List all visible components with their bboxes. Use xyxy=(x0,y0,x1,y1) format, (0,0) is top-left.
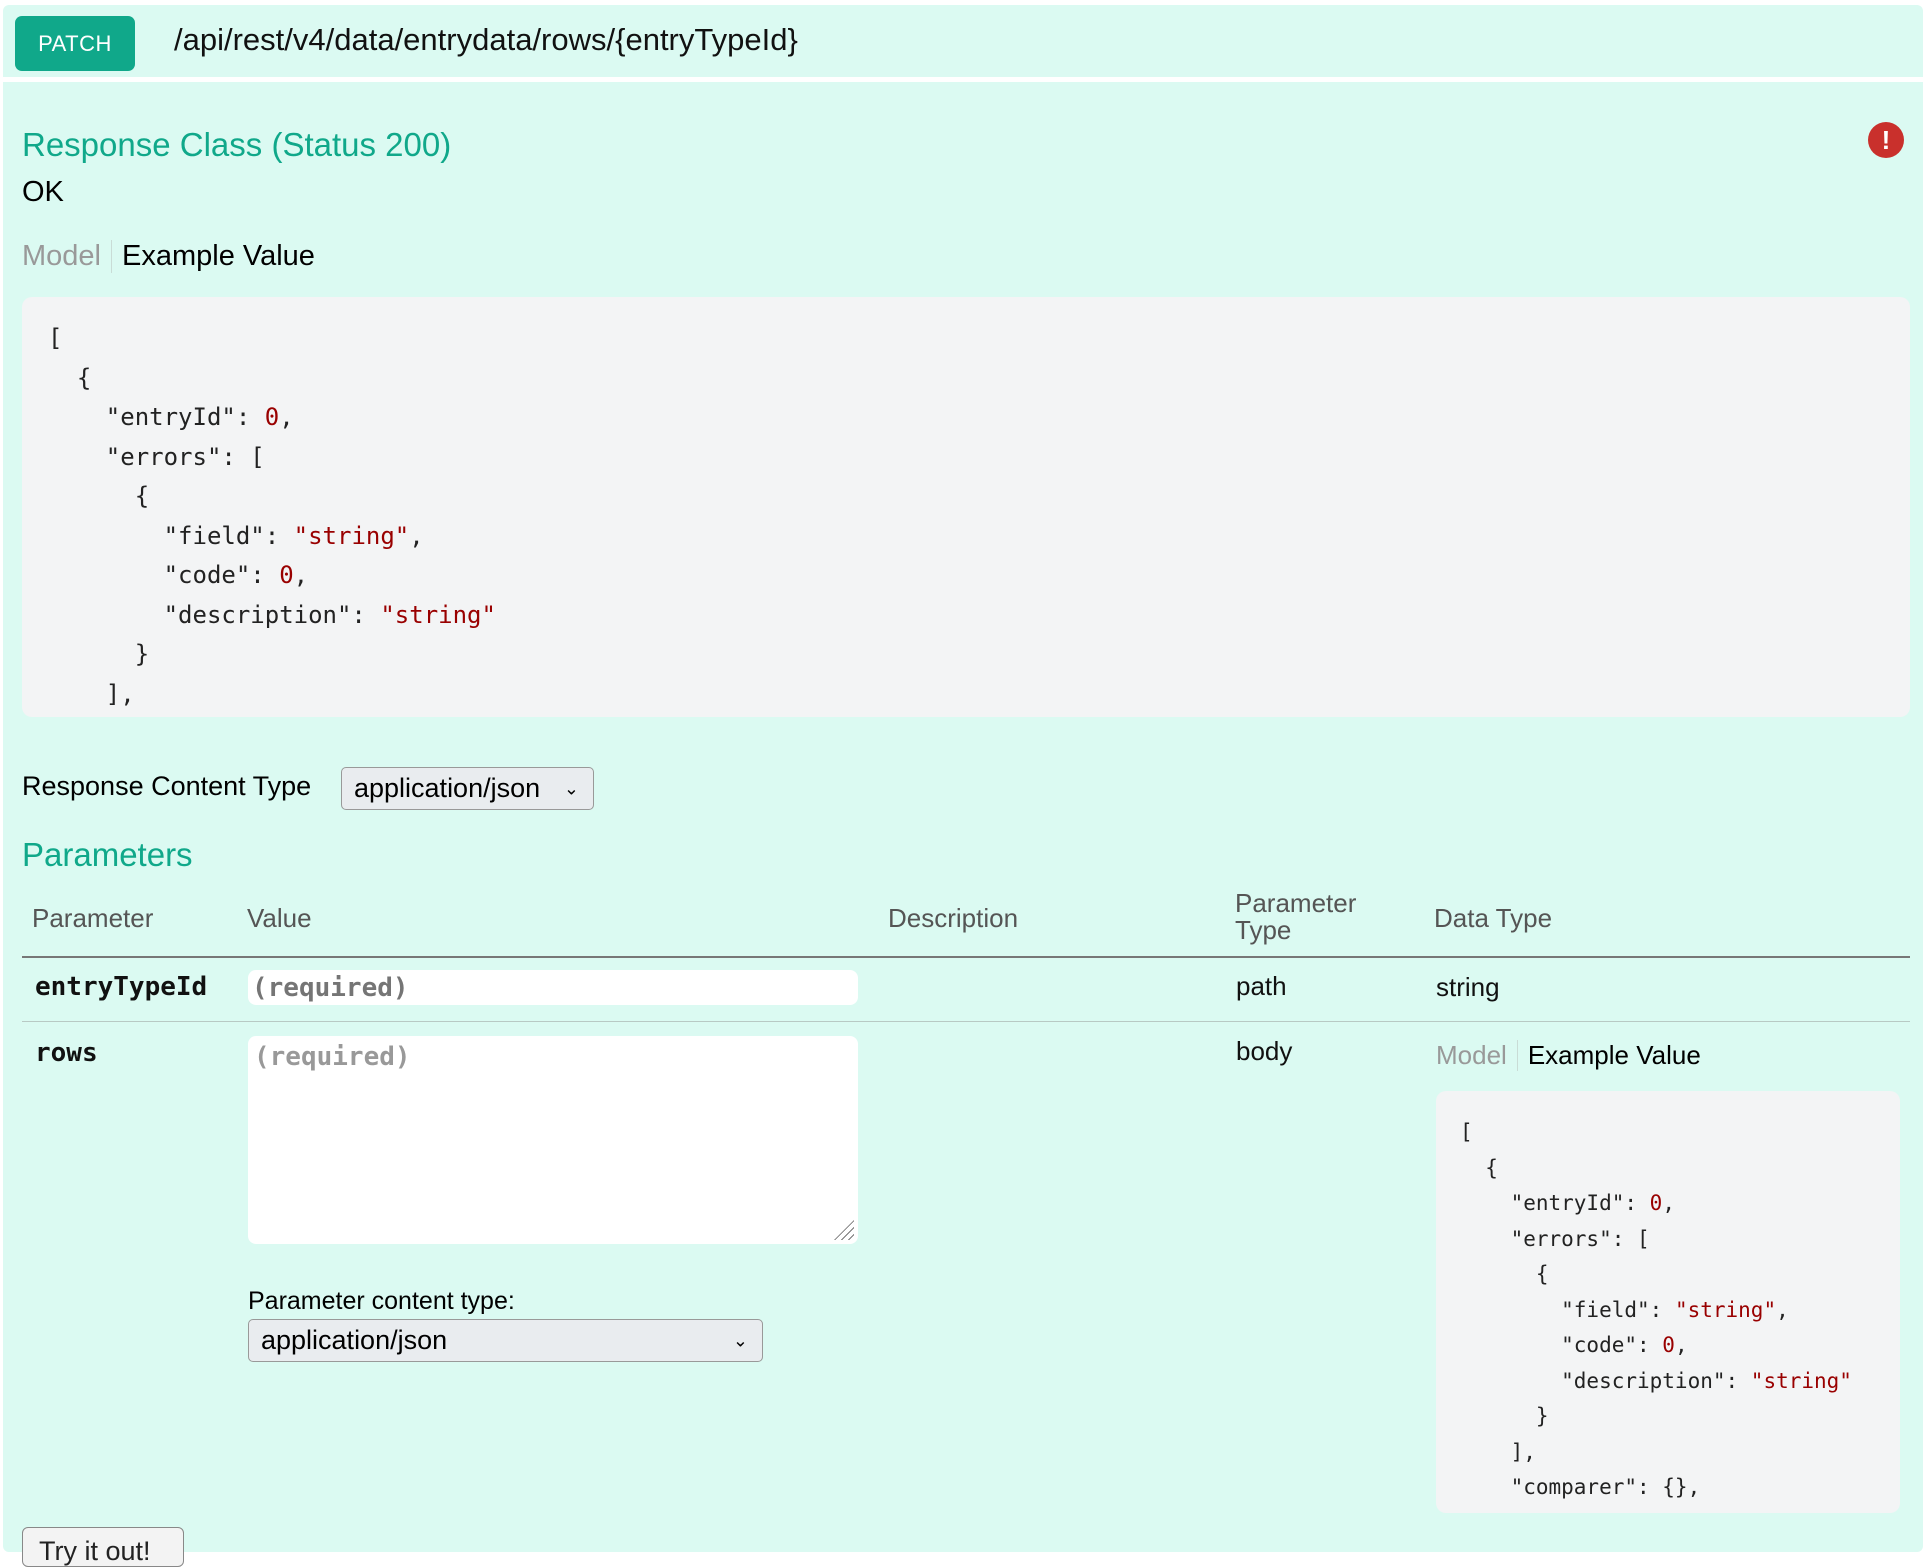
tab-example-value[interactable]: Example Value xyxy=(112,240,315,273)
data-type-entrytypeid: string xyxy=(1436,972,1500,1002)
table-header-divider xyxy=(22,956,1910,958)
resize-handle-icon[interactable] xyxy=(834,1220,854,1240)
response-tabs: Model Example Value xyxy=(22,240,315,273)
code-line: "comparer": {}, xyxy=(1460,1475,1701,1499)
code-line: [ xyxy=(1460,1120,1473,1144)
response-class-heading: Response Class (Status 200) xyxy=(22,126,452,163)
col-parameter-type-line1: Parameter xyxy=(1235,888,1357,918)
col-parameter: Parameter xyxy=(32,903,154,933)
code-line: { xyxy=(1460,1262,1549,1286)
try-it-out-button[interactable]: Try it out! xyxy=(22,1527,184,1567)
code-line: "code": 0, xyxy=(1460,1333,1688,1357)
param-content-type-label: Parameter content type: xyxy=(248,1287,515,1315)
code-line: "entryId": 0, xyxy=(1460,1191,1675,1215)
response-status-text: OK xyxy=(22,176,64,208)
param-content-type-select[interactable]: application/json ⌄ xyxy=(248,1319,763,1362)
param-content-type-value: application/json xyxy=(261,1325,448,1355)
http-method-badge[interactable]: PATCH xyxy=(15,16,135,71)
code-line: ], xyxy=(48,679,135,708)
param-type-entrytypeid: path xyxy=(1236,971,1287,1001)
code-line: ], xyxy=(1460,1439,1536,1464)
rows-textarea-placeholder: (required) xyxy=(254,1042,411,1072)
col-parameter-type: Parameter Type xyxy=(1235,890,1356,944)
param-name-rows: rows xyxy=(35,1038,98,1068)
col-value: Value xyxy=(247,903,312,933)
tab-model[interactable]: Model xyxy=(1436,1040,1518,1071)
chevron-down-icon: ⌄ xyxy=(732,1330,748,1350)
body-model-tabs: Model Example Value xyxy=(1436,1040,1701,1071)
tab-model[interactable]: Model xyxy=(22,240,112,273)
col-data-type: Data Type xyxy=(1434,903,1553,933)
response-example-code: [ { "entryId": 0, "errors": [ { "field":… xyxy=(22,297,1910,717)
code-line: "errors": [ xyxy=(1460,1226,1650,1251)
code-line: "errors": [ xyxy=(48,442,265,471)
row-divider xyxy=(22,1021,1910,1022)
error-icon[interactable]: ! xyxy=(1868,122,1904,158)
entrytypeid-input[interactable] xyxy=(248,970,858,1005)
response-content-type-value: application/json xyxy=(354,773,541,803)
param-type-rows: body xyxy=(1236,1036,1293,1066)
code-line: "code": 0, xyxy=(48,561,309,589)
code-line: { xyxy=(1460,1155,1498,1180)
code-line: { xyxy=(48,482,150,510)
code-line: "entryId": 0, xyxy=(48,403,294,431)
endpoint-header[interactable]: PATCH /api/rest/v4/data/entrydata/rows/{… xyxy=(3,5,1923,77)
col-description: Description xyxy=(888,903,1019,933)
parameters-heading: Parameters xyxy=(22,836,193,873)
response-content-type-select[interactable]: application/json ⌄ xyxy=(341,767,594,810)
tab-example-value[interactable]: Example Value xyxy=(1518,1040,1701,1071)
code-line: "description": "string" xyxy=(1460,1368,1852,1393)
code-line: "description": "string" xyxy=(48,600,496,629)
chevron-down-icon: ⌄ xyxy=(563,778,579,798)
code-line: "count": 0, xyxy=(1460,1506,1900,1514)
code-line: } xyxy=(1460,1404,1549,1428)
rows-textarea[interactable]: (required) xyxy=(248,1036,858,1244)
code-line: [ xyxy=(48,324,63,352)
code-line: "field": "string", xyxy=(1460,1297,1789,1322)
endpoint-path[interactable]: /api/rest/v4/data/entrydata/rows/{entryT… xyxy=(174,22,798,58)
col-parameter-type-line2: Type xyxy=(1235,915,1292,945)
response-content-type-label: Response Content Type xyxy=(22,771,312,801)
code-line: { xyxy=(48,363,92,392)
code-line: } xyxy=(48,640,150,668)
param-name-entrytypeid: entryTypeId xyxy=(35,972,208,1002)
body-example-code[interactable]: [ { "entryId": 0, "errors": [ { "field":… xyxy=(1436,1091,1900,1513)
code-line: "field": "string", xyxy=(48,521,424,550)
